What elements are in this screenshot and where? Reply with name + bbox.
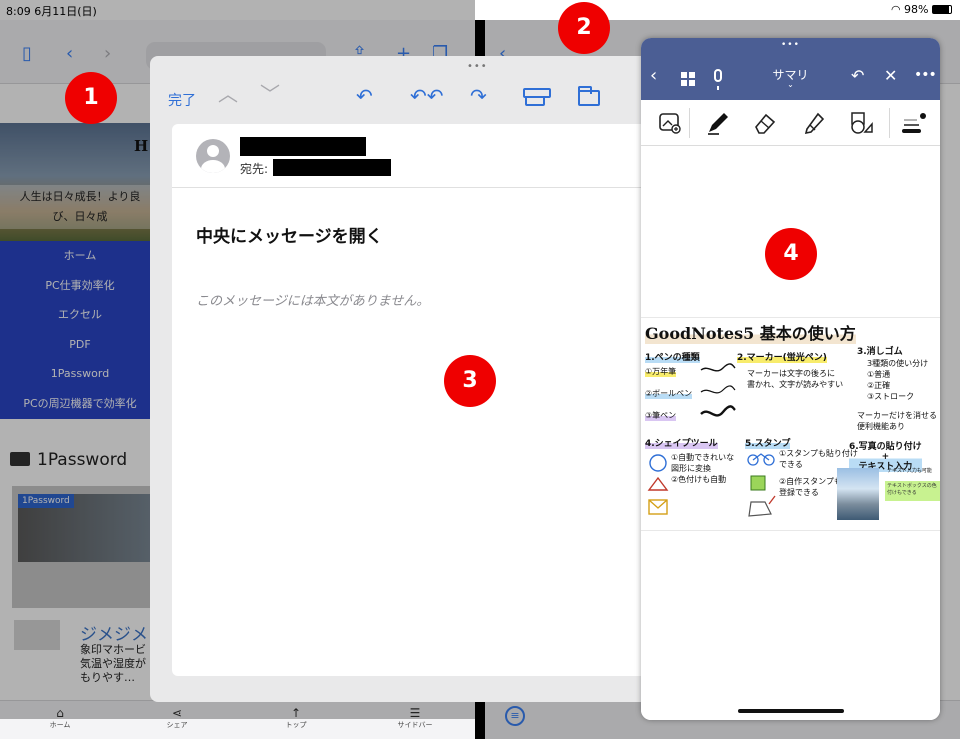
stamp-samples	[747, 453, 776, 517]
home-indicator	[738, 709, 844, 713]
more-icon[interactable]: •••	[914, 68, 937, 82]
eraser-note: マーカーだけを消せる 便利機能あり	[857, 411, 937, 431]
tab-label: シェア	[166, 721, 188, 729]
eraser-description: 3種類の使い分け ①普通 ②正確 ③ストローク	[867, 359, 929, 401]
reply-all-icon[interactable]: ↶↶	[410, 86, 444, 106]
chevron-down-icon[interactable]: ﹀	[260, 84, 280, 104]
eraser-icon[interactable]	[752, 110, 778, 136]
highlighter-icon[interactable]	[801, 110, 827, 136]
slide-title: GoodNotes5 基本の使い方	[645, 320, 856, 344]
goodnotes-tool-bar	[641, 100, 940, 146]
battery-icon	[932, 5, 952, 14]
stamp-description-2: ②自作スタンプも 登録できる	[779, 477, 842, 497]
message-content: 宛先: 中央にメッセージを開く このメッセージには本文がありません。	[172, 124, 660, 676]
shape-tool-description: ①自動できれいな 図形に変換 ②色付けも自動	[671, 453, 735, 484]
stamp-description: ①スタンプも貼り付け できる	[779, 449, 858, 469]
forward-icon[interactable]: ↷	[470, 86, 487, 106]
message-header: 宛先:	[172, 124, 660, 188]
battery-percent: 98%	[904, 3, 929, 16]
pen-icon[interactable]	[705, 110, 731, 136]
move-folder-icon[interactable]	[578, 86, 600, 106]
marker-description: マーカーは文字の後ろに 書かれ、文字が読みやすい	[747, 369, 844, 389]
tab-label: ホーム	[49, 721, 71, 729]
pen-type-item: ②ボールペン	[645, 388, 693, 399]
goodnotes-slide-over: ••• ‹ サマリ ⌄ ↶ ✕ ••• GoodNotes5 基本の使い方 1.…	[641, 38, 940, 720]
shape-samples	[647, 454, 669, 515]
to-label: 宛先:	[240, 162, 269, 176]
chevron-up-icon[interactable]: ︿	[218, 84, 238, 104]
avatar	[196, 139, 230, 173]
pen-type-item: ③筆ペン	[645, 410, 677, 421]
pen-type-item: ①万年筆	[645, 366, 677, 377]
section-marker: 2.マーカー(蛍光ペン)	[737, 350, 827, 363]
pen-stroke-samples	[700, 363, 736, 417]
callout-1: 1	[65, 72, 117, 124]
pen-style-icon[interactable]	[901, 110, 927, 136]
message-toolbar: 完了 ︿ ﹀ ↶ ↶↶ ↷	[150, 56, 660, 120]
sample-photo	[837, 468, 879, 520]
redacted-sender	[240, 137, 366, 156]
redacted-recipient	[273, 159, 391, 176]
done-button[interactable]: 完了	[168, 90, 196, 110]
reply-icon[interactable]: ↶	[356, 86, 373, 106]
tool-separator	[889, 108, 890, 138]
handwritten-slide: GoodNotes5 基本の使い方 1.ペンの種類 ①万年筆 ②ボールペン ③筆…	[641, 317, 940, 531]
tab-label: サイドバー	[397, 721, 433, 729]
callout-2: 2	[558, 2, 610, 54]
lasso-image-icon[interactable]	[657, 110, 683, 136]
callout-3: 3	[444, 355, 496, 407]
section-eraser: 3.消しゴム	[857, 347, 903, 357]
colored-text-box: テキストボックスの色付けもできる	[885, 481, 940, 501]
message-subject: 中央にメッセージを開く	[196, 227, 383, 247]
undo-icon[interactable]: ↶	[851, 68, 864, 84]
archive-icon[interactable]	[523, 88, 551, 106]
mail-message-window: ••• 完了 ︿ ﹀ ↶ ↶↶ ↷ 宛先: 中央にメッセージを開く このメッセー…	[150, 56, 660, 702]
text-input-note: テキスト入力も可能	[887, 468, 932, 474]
tab-label: トップ	[285, 721, 307, 729]
section-pen-types: 1.ペンの種類	[645, 350, 700, 363]
shape-tool-icon[interactable]	[849, 110, 875, 136]
tool-separator	[689, 108, 690, 138]
section-shape-tool: 4.シェイプツール	[645, 436, 718, 449]
message-body: このメッセージには本文がありません。	[196, 294, 430, 309]
callout-4: 4	[765, 228, 817, 280]
slide-over-grabber-icon[interactable]: •••	[781, 40, 800, 50]
goodnotes-nav-bar: ••• ‹ サマリ ⌄ ↶ ✕ •••	[641, 38, 940, 100]
wifi-icon: ◠	[890, 3, 905, 16]
status-right: ◠ 98%	[891, 3, 952, 16]
close-icon[interactable]: ✕	[884, 68, 897, 84]
